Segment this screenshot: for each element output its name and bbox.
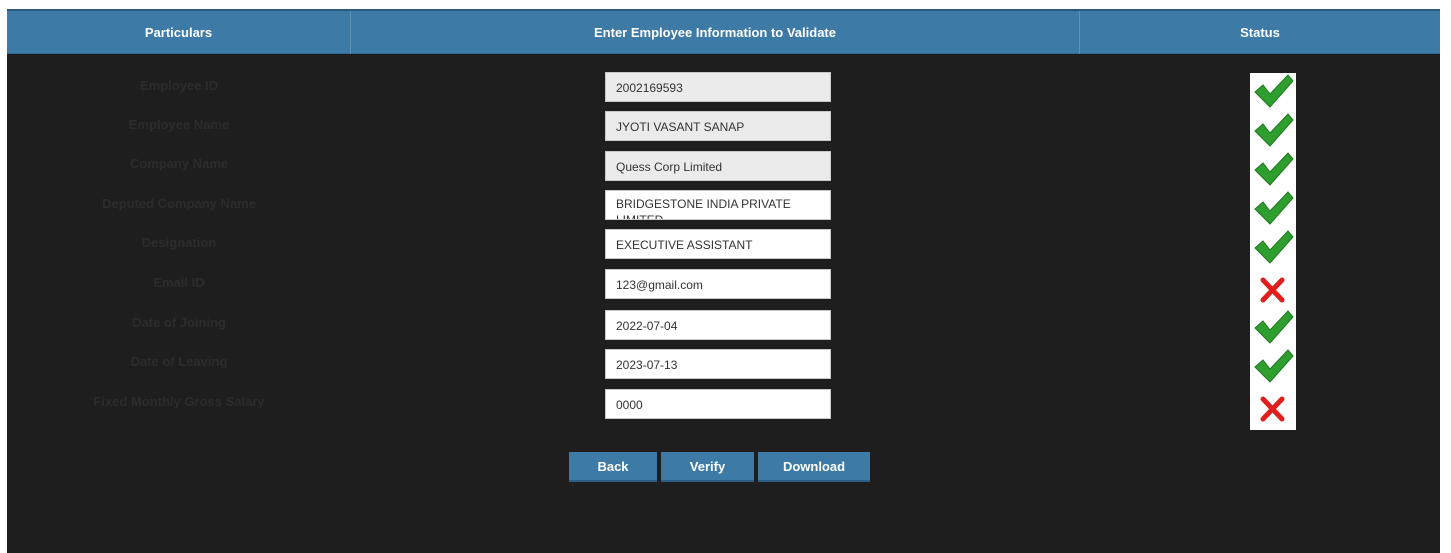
employee-id-field[interactable]: 2002169593 xyxy=(605,72,831,102)
fixed-monthly-gross-salary-field[interactable]: 0000 xyxy=(605,389,831,419)
designation-field[interactable]: EXECUTIVE ASSISTANT xyxy=(605,229,831,259)
checkmark-icon xyxy=(1254,230,1294,264)
label-date-of-leaving: Date of Leaving xyxy=(130,354,228,369)
date-of-joining-field[interactable]: 2022-07-04 xyxy=(605,310,831,340)
employee-name-field[interactable]: JYOTI VASANT SANAP xyxy=(605,111,831,141)
checkmark-icon xyxy=(1254,310,1294,344)
header-enter-info: Enter Employee Information to Validate xyxy=(350,11,1080,54)
download-button[interactable]: Download xyxy=(758,452,870,482)
company-name-field[interactable]: Quess Corp Limited xyxy=(605,151,831,181)
verification-panel: Particulars Enter Employee Information t… xyxy=(7,9,1440,553)
verify-button[interactable]: Verify xyxy=(661,452,754,482)
cross-icon xyxy=(1260,277,1285,303)
back-button[interactable]: Back xyxy=(569,452,657,482)
header-particulars: Particulars xyxy=(144,25,213,40)
checkmark-icon xyxy=(1254,191,1294,225)
label-deputed-company-name: Deputed Company Name xyxy=(102,196,256,211)
label-date-of-joining: Date of Joining xyxy=(132,315,226,330)
label-designation: Designation xyxy=(141,235,217,250)
status-column xyxy=(1250,73,1296,430)
label-employee-name: Employee Name xyxy=(128,117,230,132)
header-status: Status xyxy=(1240,25,1280,40)
checkmark-icon xyxy=(1254,74,1294,108)
cross-icon xyxy=(1260,396,1285,422)
checkmark-icon xyxy=(1254,349,1294,383)
date-of-leaving-field[interactable]: 2023-07-13 xyxy=(605,349,831,379)
email-id-field[interactable]: 123@gmail.com xyxy=(605,269,831,299)
label-email-id: Email ID xyxy=(153,275,205,290)
label-fixed-monthly-gross-salary: Fixed Monthly Gross Salary xyxy=(93,394,265,409)
checkmark-icon xyxy=(1254,152,1294,186)
label-company-name: Company Name xyxy=(129,156,229,171)
table-header: Particulars Enter Employee Information t… xyxy=(7,9,1440,54)
checkmark-icon xyxy=(1254,113,1294,147)
deputed-company-name-field[interactable]: BRIDGESTONE INDIA PRIVATE LIMITED xyxy=(605,190,831,220)
label-employee-id: Employee ID xyxy=(139,78,219,93)
